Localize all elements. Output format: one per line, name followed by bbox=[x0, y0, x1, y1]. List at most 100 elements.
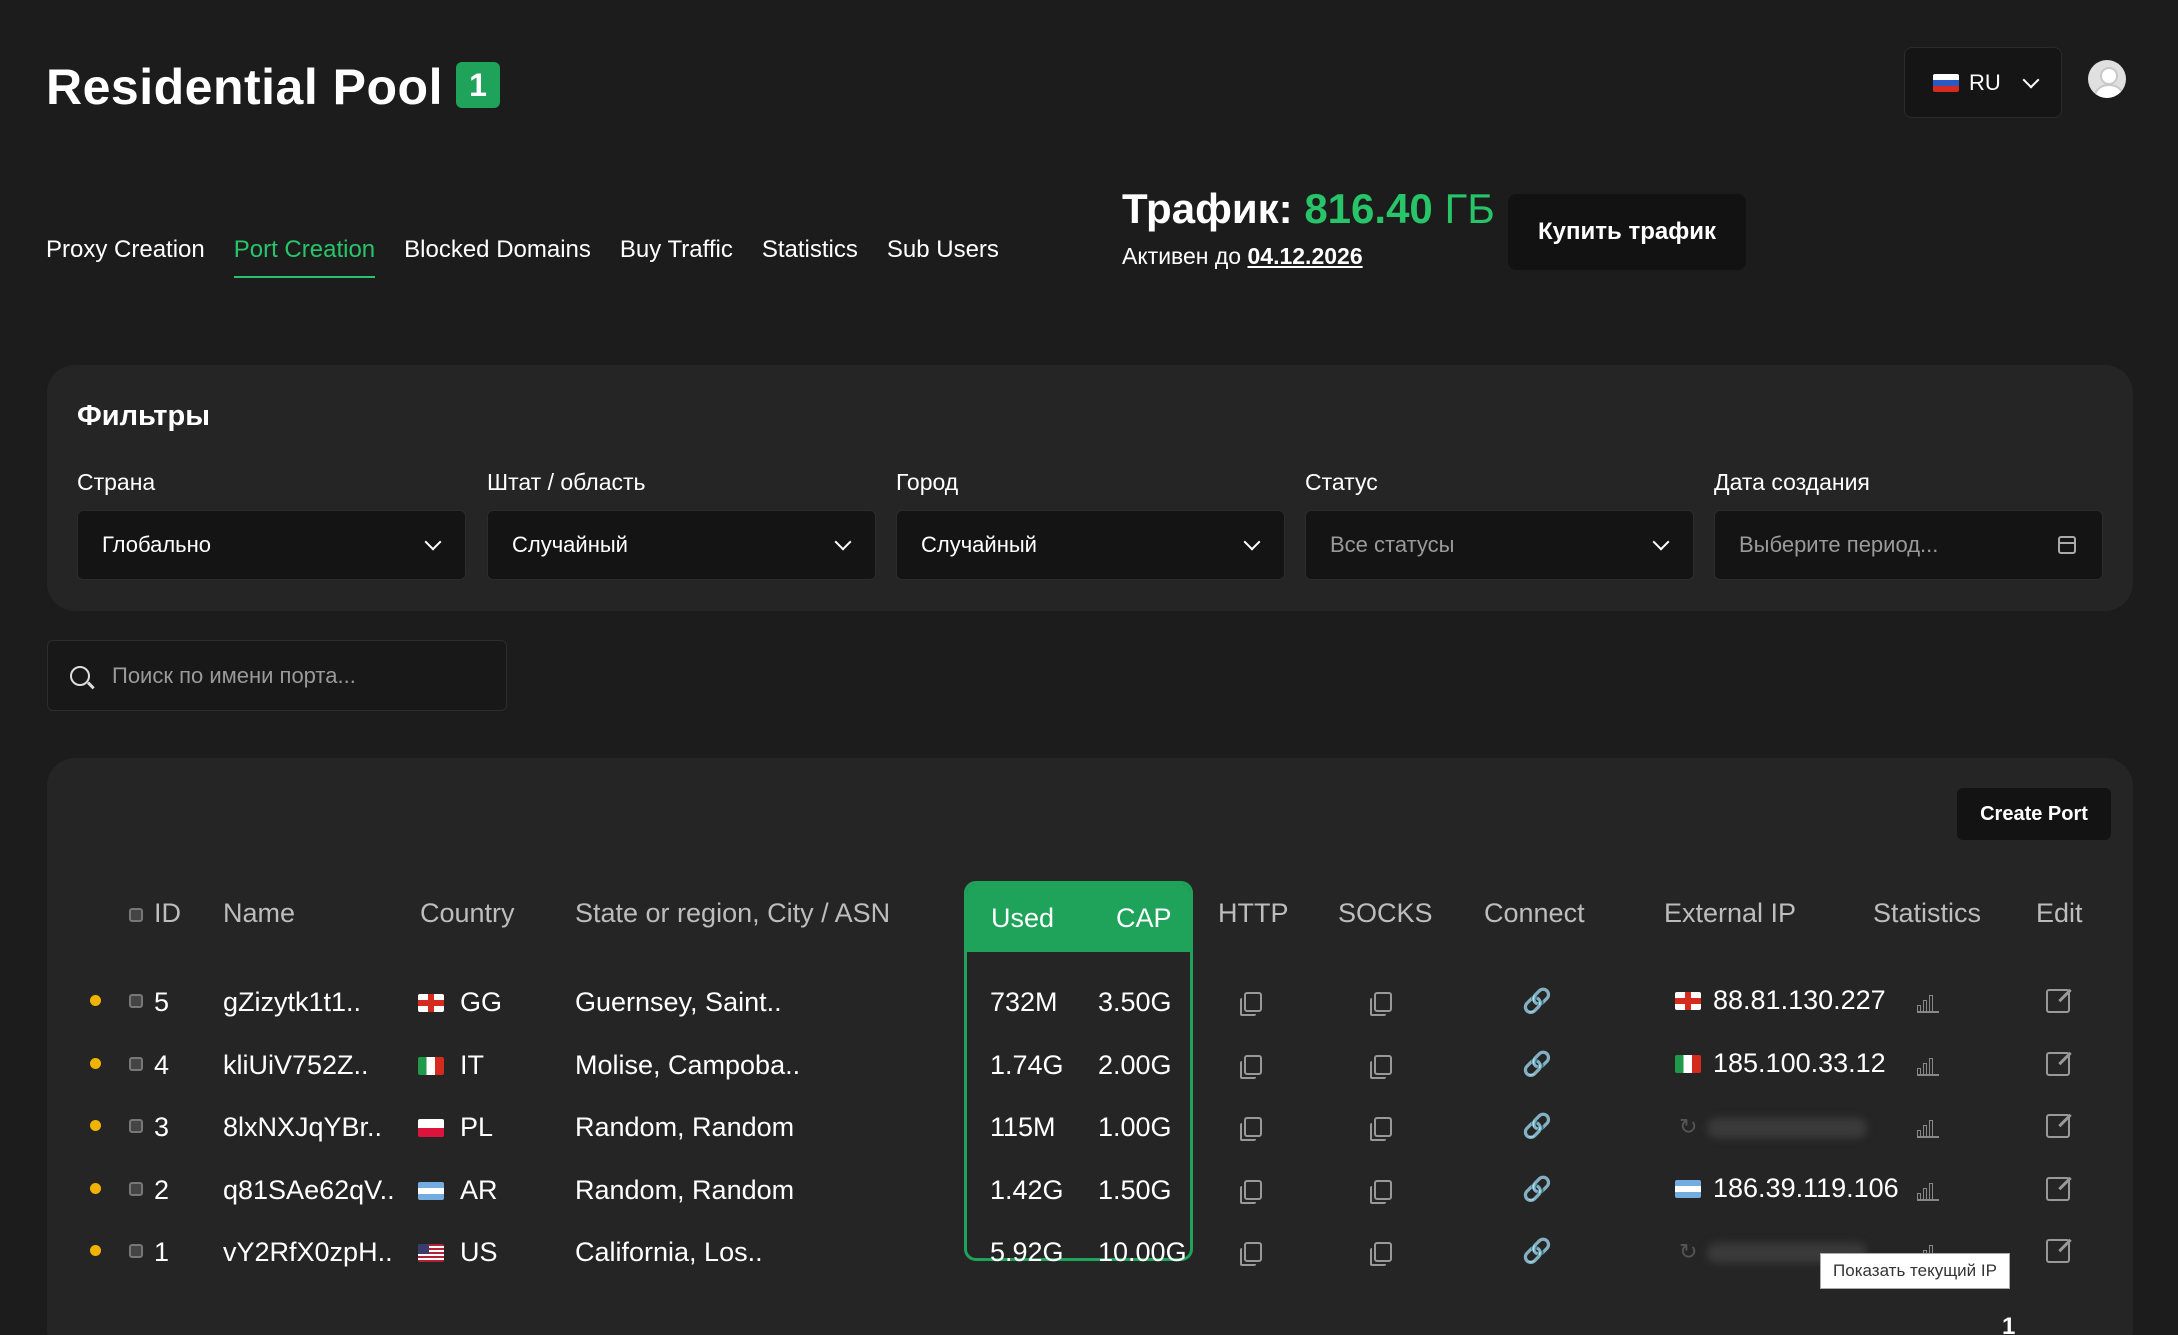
active-until-date[interactable]: 04.12.2026 bbox=[1248, 243, 1363, 269]
language-select[interactable]: RU bbox=[1904, 47, 2062, 118]
connect-link-icon[interactable]: 🔗 bbox=[1522, 1050, 1552, 1079]
search-input[interactable] bbox=[112, 662, 472, 689]
status-dot bbox=[90, 1183, 101, 1194]
external-ip[interactable]: 186.39.119.106 bbox=[1675, 1173, 1899, 1204]
refresh-icon[interactable]: ↻ bbox=[1679, 1114, 1697, 1140]
hidden-ip-placeholder[interactable] bbox=[1707, 1118, 1867, 1138]
external-ip[interactable]: 88.81.130.227 bbox=[1675, 985, 1886, 1016]
table-row: 5 gZizytk1t1.. GG Guernsey, Saint.. 732M 3.50… bbox=[47, 975, 2133, 1025]
port-country: PL bbox=[418, 1112, 493, 1143]
header-country[interactable]: Country bbox=[420, 898, 515, 929]
header-http: HTTP bbox=[1218, 898, 1289, 928]
port-region: Random, Random bbox=[575, 1112, 795, 1142]
copy-http-icon[interactable] bbox=[1240, 1117, 1262, 1141]
city-filter: Город Случайный bbox=[896, 469, 1285, 580]
copy-socks-icon[interactable] bbox=[1370, 992, 1392, 1016]
chevron-down-icon bbox=[424, 533, 442, 551]
create-port-button[interactable]: Create Port bbox=[1957, 788, 2111, 840]
edit-icon[interactable] bbox=[2046, 1114, 2070, 1138]
main-nav: Proxy Creation Port Creation Blocked Dom… bbox=[46, 236, 999, 278]
date-range-picker[interactable]: Выберите период... bbox=[1714, 510, 2103, 580]
tab-statistics[interactable]: Statistics bbox=[762, 236, 858, 278]
tab-sub-users[interactable]: Sub Users bbox=[887, 236, 999, 278]
country-code: US bbox=[460, 1237, 498, 1267]
row-checkbox[interactable] bbox=[129, 1119, 143, 1133]
header-statistics: Statistics bbox=[1873, 898, 1982, 928]
edit-icon[interactable] bbox=[2046, 1177, 2070, 1201]
edit-icon[interactable] bbox=[2046, 1052, 2070, 1076]
tab-blocked-domains[interactable]: Blocked Domains bbox=[404, 236, 591, 278]
row-checkbox[interactable] bbox=[129, 994, 143, 1008]
buy-traffic-button[interactable]: Купить трафик bbox=[1508, 194, 1746, 270]
edit-icon[interactable] bbox=[2046, 1239, 2070, 1263]
connect-link-icon[interactable]: 🔗 bbox=[1522, 1175, 1552, 1204]
copy-socks-icon[interactable] bbox=[1370, 1242, 1392, 1266]
port-region: Molise, Campoba.. bbox=[575, 1050, 801, 1080]
connect-link-icon[interactable]: 🔗 bbox=[1522, 987, 1552, 1016]
row-checkbox[interactable] bbox=[129, 1057, 143, 1071]
date-filter: Дата создания Выберите период... bbox=[1714, 469, 2103, 580]
refresh-icon[interactable]: ↻ bbox=[1679, 1239, 1697, 1265]
copy-http-icon[interactable] bbox=[1240, 992, 1262, 1016]
port-id: 3 bbox=[154, 1112, 170, 1142]
page-title: Residential Pool bbox=[46, 59, 443, 115]
header-cap[interactable]: CAP bbox=[1116, 903, 1172, 934]
tab-proxy-creation[interactable]: Proxy Creation bbox=[46, 236, 205, 278]
traffic-value: 816.40 bbox=[1304, 185, 1433, 232]
ip-country-flag-icon bbox=[1675, 1054, 1701, 1073]
connect-link-icon[interactable]: 🔗 bbox=[1522, 1112, 1552, 1141]
copy-http-icon[interactable] bbox=[1240, 1242, 1262, 1266]
header-region[interactable]: State or region, City / ASN bbox=[575, 898, 890, 929]
copy-socks-icon[interactable] bbox=[1370, 1180, 1392, 1204]
date-filter-label: Дата создания bbox=[1714, 469, 1870, 495]
filters-panel: Фильтры Страна Глобально Штат / область … bbox=[47, 365, 2133, 611]
language-label: RU bbox=[1969, 69, 2001, 95]
row-checkbox[interactable] bbox=[129, 1182, 143, 1196]
country-select-value: Глобально bbox=[102, 532, 212, 557]
statistics-icon[interactable] bbox=[1917, 991, 1939, 1013]
country-flag-icon bbox=[418, 993, 444, 1012]
status-select[interactable]: Все статусы bbox=[1305, 510, 1694, 580]
city-select[interactable]: Случайный bbox=[896, 510, 1285, 580]
copy-http-icon[interactable] bbox=[1240, 1180, 1262, 1204]
tab-port-creation[interactable]: Port Creation bbox=[233, 236, 376, 278]
select-all-checkbox[interactable] bbox=[129, 908, 143, 922]
country-code: GG bbox=[460, 987, 503, 1017]
connect-link-icon[interactable]: 🔗 bbox=[1522, 1237, 1552, 1266]
country-select[interactable]: Глобально bbox=[77, 510, 466, 580]
header-id[interactable]: ID bbox=[154, 898, 181, 929]
header-name[interactable]: Name bbox=[223, 898, 295, 929]
port-name: vY2RfX0zpH.. bbox=[223, 1237, 393, 1267]
russia-flag-icon bbox=[1933, 73, 1959, 92]
used-traffic: 115M bbox=[990, 1112, 1056, 1142]
ports-table-panel: Create Port ID Name Country State or reg… bbox=[47, 758, 2133, 1335]
copy-socks-icon[interactable] bbox=[1370, 1055, 1392, 1079]
status-dot bbox=[90, 1120, 101, 1131]
row-checkbox[interactable] bbox=[129, 1244, 143, 1258]
pagination-page[interactable]: 1 bbox=[2002, 1313, 2015, 1335]
statistics-icon[interactable] bbox=[1917, 1179, 1939, 1201]
search-icon bbox=[70, 665, 90, 686]
statistics-icon[interactable] bbox=[1917, 1116, 1939, 1138]
edit-icon[interactable] bbox=[2046, 989, 2070, 1013]
port-id: 5 bbox=[154, 987, 170, 1017]
status-filter-label: Статус bbox=[1305, 469, 1378, 495]
ip-country-flag-icon bbox=[1675, 991, 1701, 1010]
header-used[interactable]: Used bbox=[991, 903, 1054, 934]
user-avatar[interactable] bbox=[2088, 60, 2126, 98]
ip-country-flag-icon bbox=[1675, 1179, 1701, 1198]
port-country: GG bbox=[418, 987, 502, 1018]
table-row: 3 8lxNXJqYBr.. PL Random, Random 115M 1.00G 🔗 ↻ bbox=[47, 1100, 2133, 1150]
port-search bbox=[47, 640, 507, 711]
copy-socks-icon[interactable] bbox=[1370, 1117, 1392, 1141]
copy-http-icon[interactable] bbox=[1240, 1055, 1262, 1079]
country-flag-icon bbox=[418, 1181, 444, 1200]
traffic-cap: 10.00G bbox=[1098, 1237, 1187, 1267]
chevron-down-icon bbox=[1243, 533, 1261, 551]
port-country: IT bbox=[418, 1050, 484, 1081]
header-connect: Connect bbox=[1484, 898, 1585, 928]
external-ip[interactable]: 185.100.33.12 bbox=[1675, 1048, 1886, 1079]
state-select[interactable]: Случайный bbox=[487, 510, 876, 580]
statistics-icon[interactable] bbox=[1917, 1054, 1939, 1076]
tab-buy-traffic[interactable]: Buy Traffic bbox=[620, 236, 733, 278]
